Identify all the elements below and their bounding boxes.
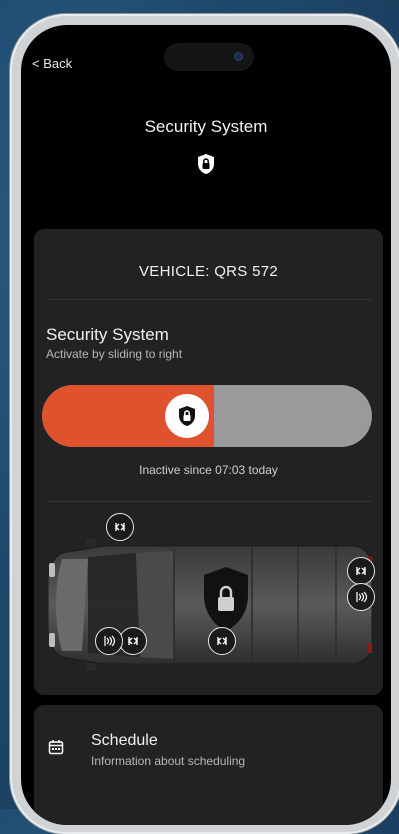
vehicle-diagram <box>34 513 383 689</box>
security-subtitle: Activate by sliding to right <box>46 347 183 361</box>
security-card: VEHICLE: QRS 572 Security System Activat… <box>34 229 383 695</box>
van-image <box>47 539 373 671</box>
lock-shield-icon <box>179 406 195 426</box>
divider <box>46 501 371 502</box>
alarm-sensor-icon[interactable] <box>347 583 375 611</box>
camera-icon <box>234 52 243 61</box>
schedule-title: Schedule <box>91 732 158 749</box>
app-screen: < Back Security System VEHICLE: QRS 572 … <box>21 25 391 825</box>
alarm-sensor-icon[interactable] <box>95 627 123 655</box>
lock-sensor-icon[interactable] <box>347 557 375 585</box>
schedule-subtitle: Information about scheduling <box>91 754 246 768</box>
page-title: Security System <box>144 117 268 136</box>
lock-shield-icon <box>197 153 215 180</box>
slider-knob-inner <box>165 394 209 438</box>
schedule-card[interactable]: Schedule Information about scheduling <box>34 705 383 825</box>
vehicle-id: VEHICLE: QRS 572 <box>138 263 279 280</box>
security-slider[interactable] <box>42 385 372 447</box>
back-button[interactable]: < Back <box>32 56 72 71</box>
security-title: Security System <box>46 325 169 344</box>
lock-sensor-icon[interactable] <box>106 513 134 541</box>
lock-sensor-icon[interactable] <box>208 627 236 655</box>
lock-sensor-icon[interactable] <box>119 627 147 655</box>
slider-knob[interactable] <box>160 389 214 443</box>
calendar-icon <box>48 739 64 760</box>
divider <box>46 299 371 300</box>
dynamic-island <box>164 43 254 71</box>
status-text: Inactive since 07:03 today <box>139 463 278 477</box>
